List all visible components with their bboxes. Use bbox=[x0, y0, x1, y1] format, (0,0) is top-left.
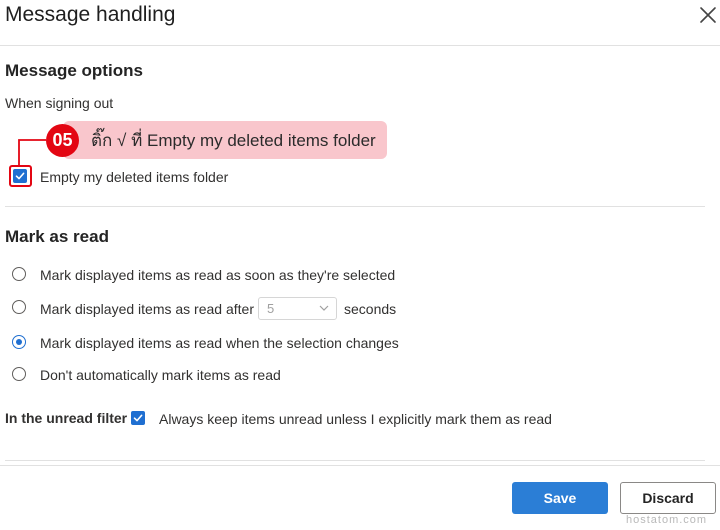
section-divider bbox=[5, 206, 705, 207]
radio-read-after-delay-label: Mark displayed items as read after bbox=[40, 301, 254, 317]
empty-deleted-items-checkbox[interactable] bbox=[13, 169, 27, 183]
close-icon[interactable] bbox=[697, 4, 719, 26]
empty-deleted-items-label: Empty my deleted items folder bbox=[40, 169, 229, 185]
annotation-text: ติ๊ก √ ที่ Empty my deleted items folder bbox=[91, 130, 376, 150]
keep-unread-label: Always keep items unread unless I explic… bbox=[159, 411, 552, 427]
radio-never-mark-read[interactable] bbox=[12, 367, 26, 381]
message-options-heading: Message options bbox=[5, 61, 143, 80]
mark-as-read-heading: Mark as read bbox=[5, 227, 109, 246]
radio-read-after-delay[interactable] bbox=[12, 300, 26, 314]
radio-read-on-selection-change[interactable] bbox=[12, 335, 26, 349]
section-divider-bottom bbox=[5, 460, 705, 461]
radio-read-on-select[interactable] bbox=[12, 267, 26, 281]
discard-button[interactable]: Discard bbox=[620, 482, 716, 514]
delay-seconds-value: 5 bbox=[267, 301, 275, 316]
delay-seconds-select[interactable]: 5 bbox=[258, 297, 337, 320]
unread-filter-label: In the unread filter bbox=[5, 410, 128, 426]
signing-out-label: When signing out bbox=[5, 95, 114, 111]
seconds-label: seconds bbox=[344, 301, 397, 317]
footer-divider bbox=[0, 465, 720, 466]
step-badge: 05 bbox=[46, 124, 79, 157]
checkmark-icon bbox=[133, 414, 143, 422]
keep-unread-checkbox[interactable] bbox=[131, 411, 145, 425]
radio-read-on-select-label: Mark displayed items as read as soon as … bbox=[40, 267, 396, 283]
watermark: hostatom.com bbox=[626, 514, 708, 526]
radio-read-on-selection-change-label: Mark displayed items as read when the se… bbox=[40, 335, 399, 351]
chevron-down-icon bbox=[319, 305, 329, 311]
header-divider bbox=[0, 45, 720, 46]
dialog-title: Message handling bbox=[5, 3, 176, 26]
save-button[interactable]: Save bbox=[512, 482, 608, 514]
checkmark-icon bbox=[15, 172, 25, 180]
radio-never-mark-read-label: Don't automatically mark items as read bbox=[40, 367, 281, 383]
annotation-callout: ติ๊ก √ ที่ Empty my deleted items folder bbox=[63, 121, 387, 159]
